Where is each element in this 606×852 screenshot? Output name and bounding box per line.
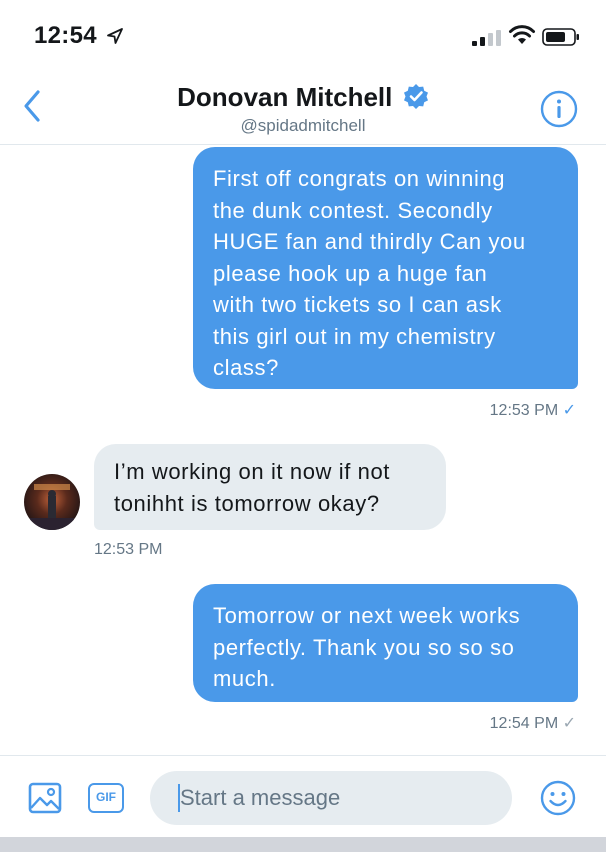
avatar-image <box>24 474 80 530</box>
contact-handle: @spidadmitchell <box>240 116 366 135</box>
contact-avatar[interactable] <box>24 474 80 530</box>
photo-icon[interactable] <box>28 782 62 814</box>
message-line: First off congrats on winning <box>213 166 506 191</box>
timestamp-text: 12:53 PM <box>489 402 559 419</box>
message-line: HUGE fan and thirdly Can you <box>213 229 526 254</box>
message-timestamp: 12:53 PM <box>94 541 163 558</box>
verified-badge-icon <box>403 83 428 109</box>
conversation-title: Donovan Mitchell <box>0 82 606 113</box>
message-line: perfectly. Thank you so so so <box>213 634 515 660</box>
battery-icon <box>542 28 579 46</box>
timestamp-text: 12:54 PM <box>489 715 559 732</box>
info-icon[interactable] <box>540 90 578 128</box>
status-bar: 12:54 <box>0 0 606 72</box>
cellular-signal-icon <box>472 30 501 46</box>
message-line: Tomorrow or next week works <box>213 603 521 628</box>
message-composer: GIF Start a message <box>0 755 606 838</box>
message-timestamp: 12:54 PM ✓ <box>490 713 576 733</box>
message-line: much. <box>213 666 276 691</box>
message-line: the dunk contest. Secondly <box>213 197 493 223</box>
keyboard-top-edge <box>0 837 606 852</box>
message-line: with two tickets so I can ask <box>213 292 502 317</box>
message-line: this girl out in my chemistry <box>213 323 496 349</box>
location-arrow-icon <box>107 28 123 44</box>
message-line: tonihht is tomorrow okay? <box>114 490 380 516</box>
read-check-icon: ✓ <box>562 402 576 419</box>
message-timestamp: 12:53 PM ✓ <box>490 400 576 420</box>
message-bubble-sent[interactable]: First off congrats on winning the dunk c… <box>193 147 578 389</box>
contact-name: Donovan Mitchell <box>177 82 393 112</box>
message-line: I’m working on it now if not <box>114 459 391 484</box>
conversation-header: Donovan Mitchell @spidadmitchell <box>0 72 606 145</box>
message-bubble-received[interactable]: I’m working on it now if not tonihht is … <box>94 444 446 530</box>
message-input[interactable]: Start a message <box>150 771 512 825</box>
status-time: 12:54 <box>34 22 97 49</box>
emoji-icon[interactable] <box>540 780 576 816</box>
message-bubble-sent[interactable]: Tomorrow or next week works perfectly. T… <box>193 584 578 702</box>
message-line: class? <box>213 355 279 380</box>
message-line: please hook up a huge fan <box>213 260 488 286</box>
sent-check-icon: ✓ <box>562 715 576 732</box>
gif-button[interactable]: GIF <box>88 783 124 813</box>
wifi-icon <box>509 25 535 44</box>
message-input-placeholder: Start a message <box>180 785 341 810</box>
